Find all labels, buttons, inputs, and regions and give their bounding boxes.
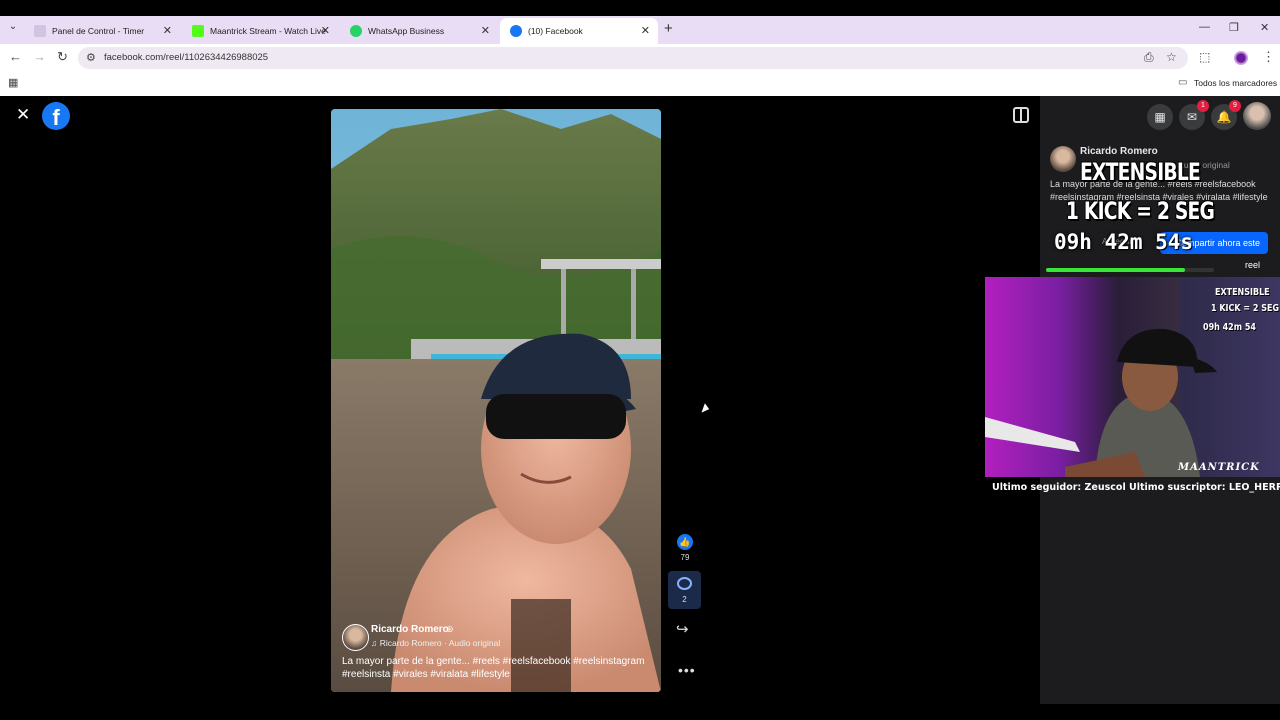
cam-overlay-extensible: EXTENSIBLE <box>1215 287 1270 298</box>
facebook-favicon-icon <box>510 25 522 37</box>
reload-icon[interactable]: ↻ <box>57 49 68 65</box>
comment-icon <box>677 577 692 590</box>
author-name[interactable]: Ricardo Romero <box>371 624 449 635</box>
like-button[interactable]: 👍 79 <box>668 534 702 562</box>
share-icon[interactable]: ↪ <box>676 620 689 638</box>
account-avatar[interactable] <box>1243 102 1271 130</box>
video-frame-image <box>331 109 661 692</box>
close-tab-icon[interactable]: ✕ <box>641 18 650 44</box>
overlay-timer: 09h 42m 54s <box>1054 230 1194 254</box>
notifications-badge: 9 <box>1229 100 1241 112</box>
kick-favicon-icon <box>192 25 204 37</box>
new-tab-icon[interactable]: + <box>664 20 673 37</box>
window-close-icon[interactable]: ✕ <box>1260 21 1269 34</box>
menu-icon[interactable]: ⋮ <box>1262 49 1275 65</box>
bookmarks-bar: ▦ ▭ Todos los marcadores <box>0 72 1280 96</box>
site-info-icon[interactable]: ⚙ <box>86 51 96 64</box>
tab-search-icon[interactable]: ⌄ <box>6 20 20 34</box>
tab-maantrick-stream[interactable]: Maantrick Stream - Watch Live ✕ <box>182 18 338 44</box>
cam-overlay-kick-rule: 1 KICK = 2 SEG <box>1211 303 1280 314</box>
verified-icon: ⊛ <box>446 624 454 634</box>
notifications-icon[interactable]: 🔔 9 <box>1211 100 1241 130</box>
back-icon[interactable]: ← <box>9 49 22 64</box>
mouse-cursor-icon <box>701 403 711 415</box>
streamer-signature: MAANTRICK <box>1178 462 1260 473</box>
tab-panel-timer[interactable]: Panel de Control - Timer ✕ <box>24 18 180 44</box>
like-count: 79 <box>680 553 690 562</box>
audio-label[interactable]: ♫ Ricardo Romero · Audio original <box>371 638 500 648</box>
like-icon: 👍 <box>677 534 693 550</box>
follower-ticker: Último seguidor: Zeuscol Último suscript… <box>992 482 1280 493</box>
messenger-icon[interactable]: ✉ 1 <box>1179 100 1209 130</box>
tab-title: Maantrick Stream - Watch Live <box>210 26 326 36</box>
minimize-icon[interactable]: — <box>1199 21 1210 33</box>
close-tab-icon[interactable]: ✕ <box>163 18 172 44</box>
close-tab-icon[interactable]: ✕ <box>321 18 330 44</box>
close-reel-icon[interactable]: ✕ <box>16 105 30 125</box>
overlay-extensible: EXTENSIBLE <box>1079 158 1201 186</box>
tab-title: Panel de Control - Timer <box>52 26 145 36</box>
timer-progress-bar <box>1046 268 1214 272</box>
menu-grid-icon[interactable]: ▦ <box>1147 104 1173 130</box>
toggle-panel-icon[interactable] <box>1013 107 1029 123</box>
whatsapp-favicon-icon <box>350 25 362 37</box>
tab-whatsapp-business[interactable]: WhatsApp Business ✕ <box>340 18 498 44</box>
profile-avatar[interactable] <box>1234 51 1248 65</box>
toolbar: ← → ↻ ⚙ facebook.com/reel/11026344269880… <box>0 44 1280 72</box>
more-options-icon[interactable]: ••• <box>678 662 696 678</box>
tab-facebook[interactable]: (10) Facebook ✕ <box>500 18 658 44</box>
tab-strip: ⌄ Panel de Control - Timer ✕ Maantrick S… <box>0 16 1280 44</box>
timer-favicon-icon <box>34 25 46 37</box>
cam-overlay-timer: 09h 42m 54 <box>1203 322 1256 333</box>
overlay-kick-rule: 1 KICK = 2 SEG <box>1065 197 1215 225</box>
reel-video[interactable]: Ricardo Romero ⊛ ♫ Ricardo Romero · Audi… <box>331 109 661 692</box>
maximize-icon[interactable]: ❐ <box>1229 21 1239 34</box>
tab-title: WhatsApp Business <box>368 26 445 36</box>
install-app-icon[interactable]: ⎙ <box>1144 50 1154 65</box>
comment-button[interactable]: 2 <box>668 571 701 609</box>
messenger-badge: 1 <box>1197 100 1209 112</box>
avatar[interactable] <box>342 624 369 651</box>
forward-icon[interactable]: → <box>33 49 46 64</box>
address-bar[interactable]: ⚙ facebook.com/reel/1102634426988025 ⎙ ☆ <box>78 47 1188 69</box>
bookmark-star-icon[interactable]: ☆ <box>1166 50 1177 64</box>
all-bookmarks-link[interactable]: Todos los marcadores <box>1194 78 1277 88</box>
timer-progress-fill <box>1046 268 1186 272</box>
webcam-overlay: EXTENSIBLE 1 KICK = 2 SEG 09h 42m 54 <box>985 277 1280 477</box>
comment-count: 2 <box>682 595 687 604</box>
reel-viewer: ✕ f Ricardo Romero ⊛ ♫ Ricardo Romero · … <box>0 96 1280 720</box>
url-text[interactable]: facebook.com/reel/1102634426988025 <box>104 52 268 63</box>
extensions-icon[interactable]: ⬚ <box>1199 50 1210 64</box>
facebook-logo-icon[interactable]: f <box>42 102 70 130</box>
apps-grid-icon[interactable]: ▦ <box>8 76 18 89</box>
side-author-name[interactable]: Ricardo Romero <box>1080 146 1158 157</box>
close-tab-icon[interactable]: ✕ <box>481 18 490 44</box>
tab-title: (10) Facebook <box>528 26 583 36</box>
reel-caption: La mayor parte de la gente... #reels #re… <box>342 656 645 680</box>
folder-icon: ▭ <box>1178 77 1188 88</box>
